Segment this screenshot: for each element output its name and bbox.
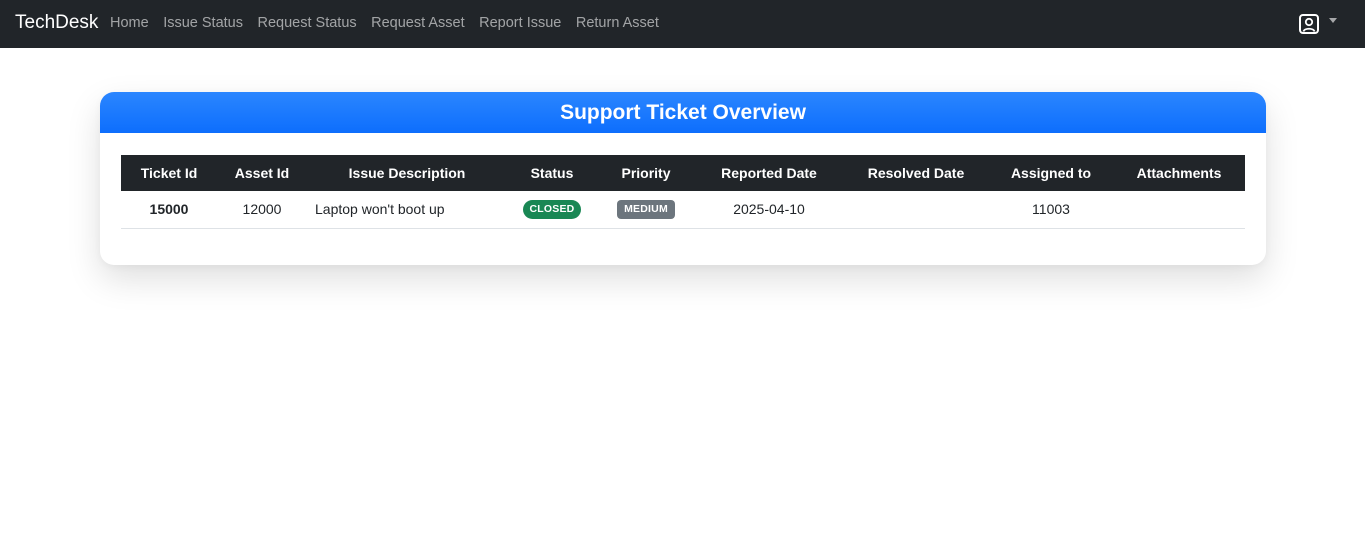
cell-reported-date: 2025-04-10 (733, 201, 805, 218)
priority-badge: MEDIUM (617, 200, 675, 220)
ticket-overview-card: Support Ticket Overview Ticket Id Asset … (100, 92, 1266, 265)
col-header-ticket-id: Ticket Id (140, 165, 198, 181)
cell-priority: MEDIUM (597, 191, 695, 228)
cell-issue-description: Laptop won't boot up (315, 201, 445, 218)
cell-assigned-to: 11003 (1032, 201, 1070, 218)
table-row[interactable]: 15000 12000 Laptop won't boot up CLOSED … (121, 191, 1245, 228)
ticket-table: Ticket Id Asset Id Issue Description Sta… (121, 155, 1245, 229)
cell-ticket-id: 15000 (149, 201, 189, 218)
col-header-attachments: Attachments (1136, 165, 1222, 181)
col-header-asset-id: Asset Id (234, 165, 290, 181)
col-header-status: Status (530, 165, 574, 181)
col-header-resolved-date: Resolved Date (867, 165, 965, 181)
col-header-reported-date: Reported Date (721, 165, 817, 181)
nav-link-issue-status[interactable]: Issue Status (163, 14, 243, 32)
nav-link-request-status[interactable]: Request Status (257, 14, 356, 32)
cell-status: CLOSED (507, 191, 597, 228)
nav-links: Home Issue Status Request Status Request… (110, 14, 673, 32)
nav-link-report-issue[interactable]: Report Issue (479, 14, 561, 32)
col-header-priority: Priority (621, 165, 671, 181)
user-square-icon (1299, 14, 1319, 34)
cell-asset-id: 12000 (242, 201, 282, 218)
nav-link-request-asset[interactable]: Request Asset (371, 14, 465, 32)
user-menu-dropdown[interactable] (1298, 12, 1346, 36)
top-navbar: TechDesk Home Issue Status Request Statu… (0, 0, 1365, 48)
card-title: Support Ticket Overview (100, 92, 1266, 133)
cell-attachments (1113, 191, 1245, 228)
nav-link-home[interactable]: Home (110, 14, 149, 32)
status-badge: CLOSED (522, 200, 582, 220)
caret-down-icon (1329, 17, 1337, 23)
table-header-row: Ticket Id Asset Id Issue Description Sta… (121, 155, 1245, 191)
col-header-assigned-to: Assigned to (1010, 165, 1092, 181)
brand-logo[interactable]: TechDesk (15, 11, 98, 35)
nav-link-return-asset[interactable]: Return Asset (576, 14, 659, 32)
cell-resolved-date (843, 191, 989, 228)
col-header-issue-description: Issue Description (348, 165, 466, 181)
